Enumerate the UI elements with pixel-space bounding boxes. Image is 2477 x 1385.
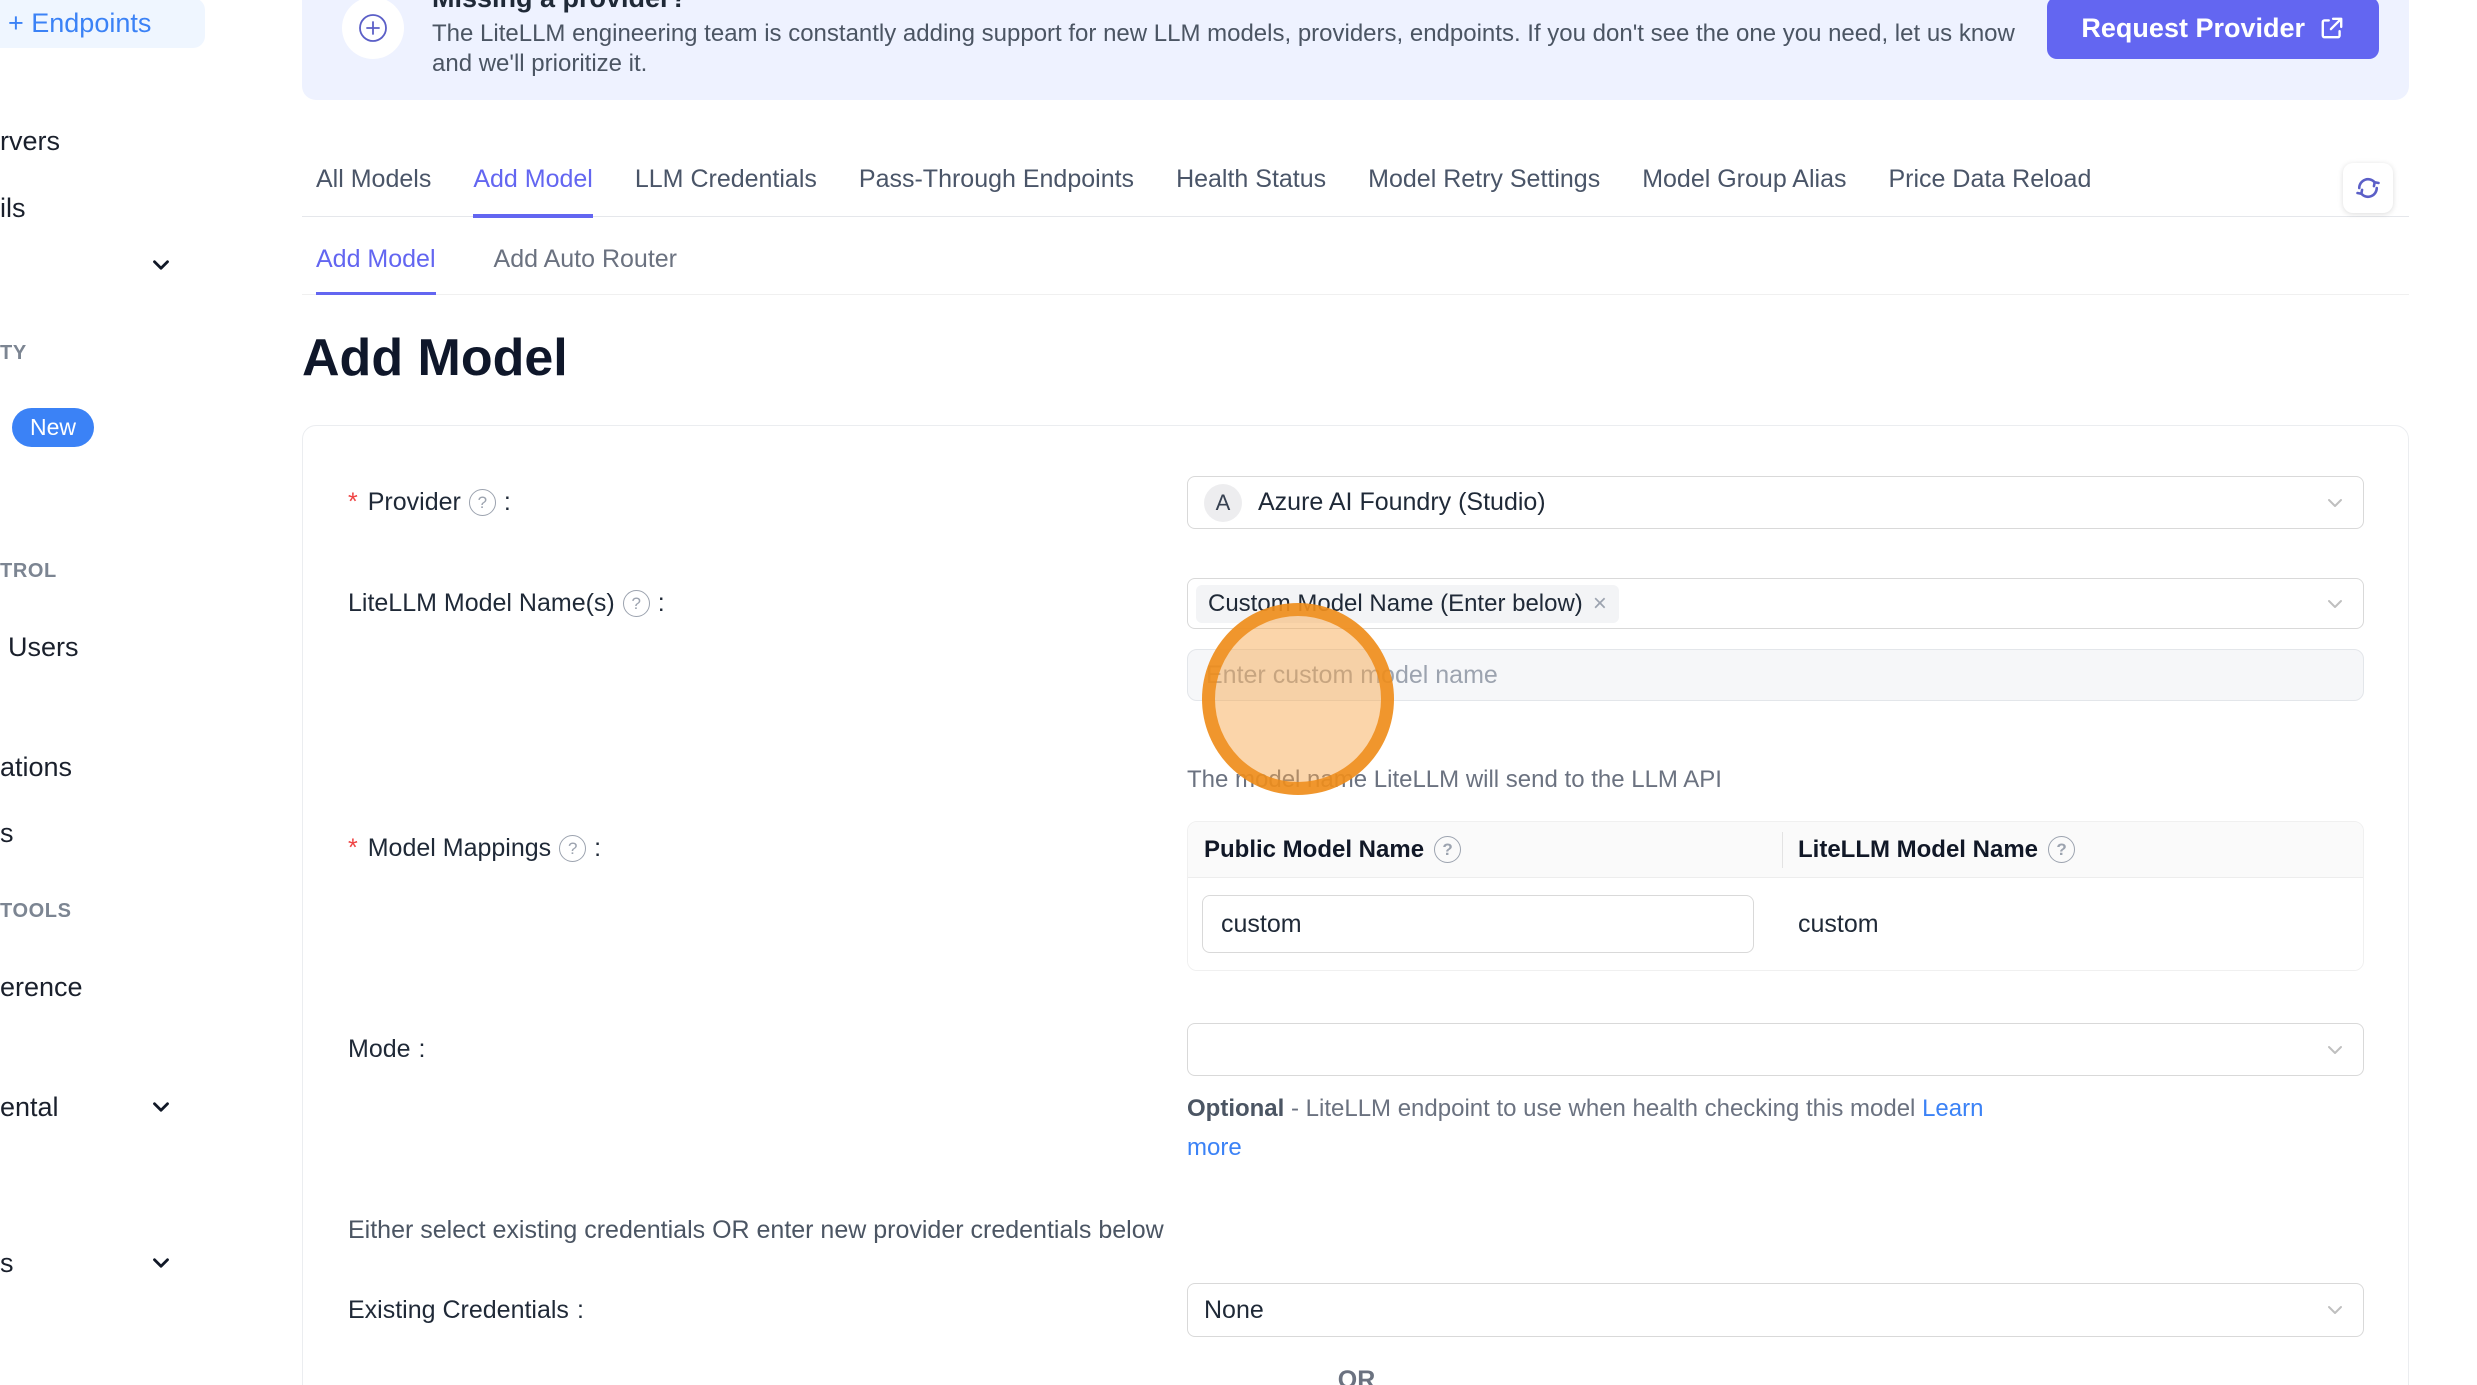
existing-credentials-value: None (1204, 1296, 1264, 1325)
sidebar-item-servers[interactable]: rvers (0, 126, 60, 157)
help-icon[interactable]: ? (559, 835, 586, 862)
public-model-name-input[interactable] (1202, 895, 1754, 953)
litellm-admin-screen: + Endpoints rvers ils TY New TROL Users … (0, 0, 2477, 1385)
new-badge[interactable]: New (12, 408, 94, 447)
help-icon[interactable]: ? (469, 489, 496, 516)
sidebar-item-s1[interactable]: s (0, 818, 14, 849)
litellm-model-name-header: LiteLLM Model Name ? (1798, 836, 2075, 864)
help-icon[interactable]: ? (2048, 836, 2075, 863)
model-mappings-label: * Model Mappings ? : (348, 821, 601, 876)
tab-model-group-alias[interactable]: Model Group Alias (1642, 165, 1846, 216)
request-provider-label: Request Provider (2081, 13, 2305, 44)
model-names-label: LiteLLM Model Name(s) ? : (348, 578, 665, 629)
subtab-add-model[interactable]: Add Model (316, 245, 436, 295)
credentials-note: Either select existing credentials OR en… (348, 1216, 1164, 1245)
chevron-down-icon[interactable] (148, 1094, 174, 1120)
custom-model-name-input[interactable] (1187, 649, 2364, 701)
help-icon[interactable]: ? (1434, 836, 1461, 863)
sidebar-item-ations[interactable]: ations (0, 752, 72, 783)
banner-title: Missing a provider? (432, 0, 687, 14)
sidebar-item-endpoints-label: + Endpoints (8, 8, 151, 39)
refresh-button[interactable] (2343, 163, 2393, 213)
tab-pass-through-endpoints[interactable]: Pass-Through Endpoints (859, 165, 1134, 216)
request-provider-button[interactable]: Request Provider (2047, 0, 2379, 59)
model-name-tag: Custom Model Name (Enter below) × (1196, 585, 1619, 623)
help-icon[interactable]: ? (623, 590, 650, 617)
refresh-icon (2354, 174, 2382, 202)
tab-all-models[interactable]: All Models (316, 165, 431, 216)
litellm-model-name-value: custom (1798, 910, 1879, 939)
sidebar-item-users[interactable]: Users (8, 632, 79, 663)
sidebar-section-trol: TROL (0, 560, 57, 583)
chevron-down-icon (2323, 1038, 2347, 1062)
or-divider: OR (303, 1366, 2410, 1385)
model-mappings-header-row: Public Model Name ? LiteLLM Model Name ? (1188, 822, 2363, 878)
add-model-subtab-bar: Add Model Add Auto Router (302, 245, 2409, 295)
sidebar: + Endpoints rvers ils TY New TROL Users … (0, 0, 237, 1385)
tab-model-retry-settings[interactable]: Model Retry Settings (1368, 165, 1600, 216)
chevron-down-icon (2323, 592, 2347, 616)
mode-helper-text: Optional - LiteLLM endpoint to use when … (1187, 1089, 2007, 1167)
model-mappings-row: custom (1188, 878, 2363, 970)
tab-price-data-reload[interactable]: Price Data Reload (1888, 165, 2091, 216)
chevron-down-icon[interactable] (148, 252, 174, 278)
models-tab-bar: All Models Add Model LLM Credentials Pas… (302, 165, 2409, 217)
public-model-name-header: Public Model Name ? (1188, 836, 1782, 864)
chevron-down-icon (2323, 1298, 2347, 1322)
required-mark: * (348, 834, 358, 863)
provider-value: Azure AI Foundry (Studio) (1258, 488, 1546, 517)
chevron-down-icon (2323, 491, 2347, 515)
circle-plus-icon (342, 0, 404, 59)
sidebar-section-tools: TOOLS (0, 900, 72, 923)
main-content: Missing a provider? The LiteLLM engineer… (302, 0, 2409, 1385)
tab-llm-credentials[interactable]: LLM Credentials (635, 165, 817, 216)
provider-label: * Provider ? : (348, 476, 511, 529)
model-names-multiselect[interactable]: Custom Model Name (Enter below) × (1187, 578, 2364, 629)
chevron-down-icon[interactable] (148, 1250, 174, 1276)
model-name-helper-text: The model name LiteLLM will send to the … (1187, 766, 1722, 794)
subtab-add-auto-router[interactable]: Add Auto Router (494, 245, 677, 294)
tab-health-status[interactable]: Health Status (1176, 165, 1326, 216)
existing-credentials-select[interactable]: None (1187, 1283, 2364, 1337)
provider-avatar: A (1204, 484, 1242, 522)
remove-tag-icon[interactable]: × (1593, 592, 1607, 616)
sidebar-section-ty: TY (0, 342, 27, 365)
tab-add-model[interactable]: Add Model (473, 165, 593, 218)
sidebar-item-ils[interactable]: ils (0, 193, 26, 224)
column-divider (1782, 832, 1783, 868)
model-mappings-table: Public Model Name ? LiteLLM Model Name ?… (1187, 821, 2364, 971)
page-title: Add Model (302, 328, 568, 388)
provider-select[interactable]: A Azure AI Foundry (Studio) (1187, 476, 2364, 529)
missing-provider-banner: Missing a provider? The LiteLLM engineer… (302, 0, 2409, 100)
external-link-icon (2319, 15, 2345, 41)
add-model-form-card: * Provider ? : A Azure AI Foundry (Studi… (302, 425, 2409, 1385)
mode-select[interactable] (1187, 1023, 2364, 1076)
mode-label: Mode : (348, 1023, 426, 1076)
sidebar-item-experimental[interactable]: ental (0, 1092, 59, 1123)
sidebar-item-erence[interactable]: erence (0, 972, 83, 1003)
required-mark: * (348, 488, 358, 517)
existing-credentials-label: Existing Credentials : (348, 1283, 584, 1337)
sidebar-item-settings[interactable]: s (0, 1248, 14, 1279)
sidebar-item-endpoints[interactable]: + Endpoints (0, 0, 205, 48)
banner-body: The LiteLLM engineering team is constant… (432, 19, 2022, 79)
